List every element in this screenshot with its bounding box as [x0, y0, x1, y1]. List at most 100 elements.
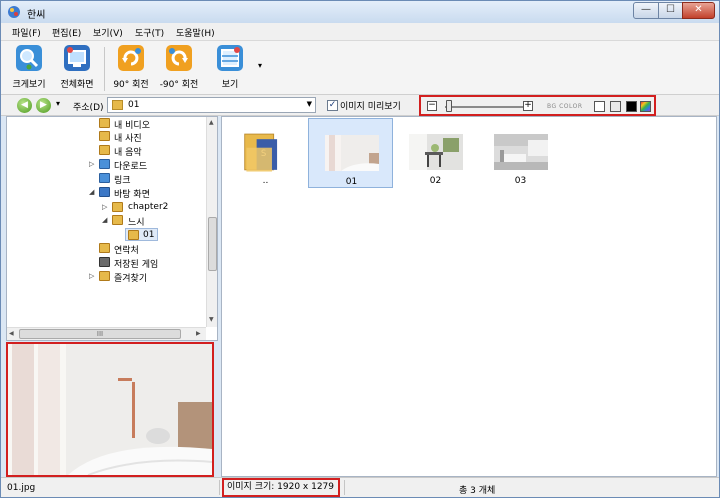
bg-swatch-multicolor[interactable] — [640, 101, 651, 112]
tree-item-label: 링크 — [114, 176, 131, 186]
status-divider — [219, 480, 220, 495]
tree-item-music[interactable]: 내 음악 — [89, 144, 199, 158]
file-item-03[interactable]: 03 — [478, 118, 563, 188]
address-field[interactable]: 01 ▼ — [107, 97, 316, 113]
desktop-folder-icon — [99, 187, 110, 197]
forward-button[interactable]: ▶ — [36, 98, 51, 113]
tree-item-01[interactable]: 01 — [125, 228, 158, 241]
file-list: S .. 01 02 — [221, 116, 717, 477]
rotate-cw-button[interactable]: 90° 회전 — [111, 45, 151, 90]
preview-checkbox[interactable]: ✓ — [327, 100, 338, 111]
menu-edit[interactable]: 편집(E) — [52, 26, 81, 39]
preview-checkbox-label: 이미지 미리보기 — [340, 102, 401, 112]
status-filename: 01.jpg — [7, 483, 36, 493]
bg-swatch-lightgray[interactable] — [610, 101, 621, 112]
scroll-thumb[interactable] — [208, 217, 217, 271]
rotate-ccw-icon — [166, 45, 192, 71]
bg-color-label: BG COLOR — [547, 103, 583, 110]
folder-icon — [112, 215, 123, 225]
image-thumbnail — [409, 134, 463, 170]
preview-photo — [8, 344, 212, 475]
favorites-folder-icon — [99, 271, 110, 281]
bg-swatch-black[interactable] — [626, 101, 637, 112]
tree-item-label: chapter2 — [128, 202, 169, 212]
tree-item-videos[interactable]: 내 비디오 — [89, 117, 199, 131]
tree-item-label: 내 음악 — [114, 148, 142, 158]
parent-folder-icon: S — [244, 133, 278, 172]
close-button[interactable]: ✕ — [682, 2, 715, 19]
address-value: 01 — [128, 100, 140, 110]
minimize-button[interactable]: — — [633, 2, 659, 19]
expand-arrow-icon[interactable]: ▷ — [89, 272, 94, 280]
back-button[interactable]: ◀ — [17, 98, 32, 113]
history-dropdown-icon[interactable]: ▾ — [56, 99, 60, 108]
folder-icon — [112, 202, 123, 212]
menu-file[interactable]: 파일(F) — [12, 26, 41, 39]
tree-horizontal-scrollbar[interactable]: ◀ III ▶ — [7, 327, 206, 340]
menu-tools[interactable]: 도구(T) — [135, 26, 164, 39]
menu-view[interactable]: 보기(V) — [93, 26, 123, 39]
file-item-parent[interactable]: S .. — [223, 118, 308, 188]
bg-swatch-white[interactable] — [594, 101, 605, 112]
scroll-down-icon[interactable]: ▼ — [209, 316, 214, 323]
tree-item-links[interactable]: 링크 — [89, 172, 199, 186]
tree-item-label: 느시 — [128, 218, 145, 228]
view-button[interactable]: 보기 — [213, 45, 247, 90]
tree-item-favorites[interactable]: ▷ 즐겨찾기 — [89, 270, 199, 284]
fullscreen-button[interactable]: 전체화면 — [55, 45, 99, 90]
scroll-up-icon[interactable]: ▲ — [209, 119, 214, 126]
menu-help[interactable]: 도움말(H) — [176, 26, 215, 39]
collapse-arrow-icon[interactable]: ◢ — [102, 216, 107, 224]
folder-icon — [112, 100, 123, 110]
file-name: 01 — [345, 177, 358, 187]
scroll-thumb[interactable]: III — [19, 329, 181, 339]
tree-vertical-scrollbar[interactable]: ▲ ▼ — [206, 117, 217, 327]
fullscreen-label: 전체화면 — [60, 80, 94, 90]
file-name: 03 — [514, 176, 527, 186]
tree-item-chapter2[interactable]: ▷ chapter2 — [102, 201, 202, 214]
address-dropdown-icon[interactable]: ▼ — [307, 100, 312, 108]
image-preview — [6, 342, 214, 477]
scroll-right-icon[interactable]: ▶ — [196, 330, 201, 337]
pictures-folder-icon — [99, 131, 110, 141]
zoom-and-bg-controls: − + BG COLOR — [419, 95, 656, 116]
expand-arrow-icon[interactable]: ▷ — [89, 160, 94, 168]
toolbar: 크게보기 전체화면 90° 회전 -90° 회전 보기 ▾ — [1, 41, 719, 95]
file-name: .. — [262, 176, 269, 186]
app-window: 한씨 — ☐ ✕ 파일(F) 편집(E) 보기(V) 도구(T) 도움말(H) … — [0, 0, 720, 498]
large-view-button[interactable]: 크게보기 — [9, 45, 49, 90]
file-name: 02 — [429, 176, 442, 186]
app-icon — [8, 6, 20, 18]
title-bar: 한씨 — ☐ ✕ — [1, 1, 719, 23]
tree-item-contacts[interactable]: 연락처 — [89, 242, 199, 256]
music-folder-icon — [99, 145, 110, 155]
file-item-01[interactable]: 01 — [308, 118, 393, 188]
tree-item-nusi[interactable]: ◢ 느시 — [102, 214, 202, 228]
tree-item-downloads[interactable]: ▷ 다운로드 — [89, 158, 199, 172]
window-title: 한씨 — [27, 10, 46, 21]
tree-item-label: 01 — [143, 230, 155, 240]
tree-item-label: 저장된 게임 — [114, 260, 159, 270]
tree-item-desktop[interactable]: ◢ 바탕 화면 — [89, 186, 199, 200]
tree-item-saved-games[interactable]: 저장된 게임 — [89, 256, 199, 270]
collapse-arrow-icon[interactable]: ◢ — [89, 188, 94, 196]
large-view-label: 크게보기 — [12, 80, 46, 90]
file-item-02[interactable]: 02 — [393, 118, 478, 188]
fullscreen-icon — [64, 45, 90, 71]
tree-item-label: 연락처 — [114, 246, 139, 256]
expand-arrow-icon[interactable]: ▷ — [102, 203, 107, 211]
zoom-out-button[interactable]: − — [427, 101, 437, 111]
image-thumbnail — [494, 134, 548, 170]
zoom-slider-thumb[interactable] — [446, 100, 453, 112]
address-label: 주소(D) — [73, 103, 104, 113]
scroll-left-icon[interactable]: ◀ — [9, 330, 14, 337]
rotate-ccw-button[interactable]: -90° 회전 — [157, 45, 201, 90]
tree-item-label: 바탕 화면 — [114, 190, 150, 200]
contacts-folder-icon — [99, 243, 110, 253]
toolbar-more-chevron-icon[interactable]: ▾ — [258, 61, 262, 70]
zoom-in-button[interactable]: + — [523, 101, 533, 111]
tree-item-pictures[interactable]: 내 사진 — [89, 130, 199, 144]
image-preview-toggle[interactable]: ✓ 이미지 미리보기 — [327, 99, 401, 112]
zoom-slider[interactable] — [445, 106, 527, 108]
maximize-button[interactable]: ☐ — [658, 2, 683, 19]
